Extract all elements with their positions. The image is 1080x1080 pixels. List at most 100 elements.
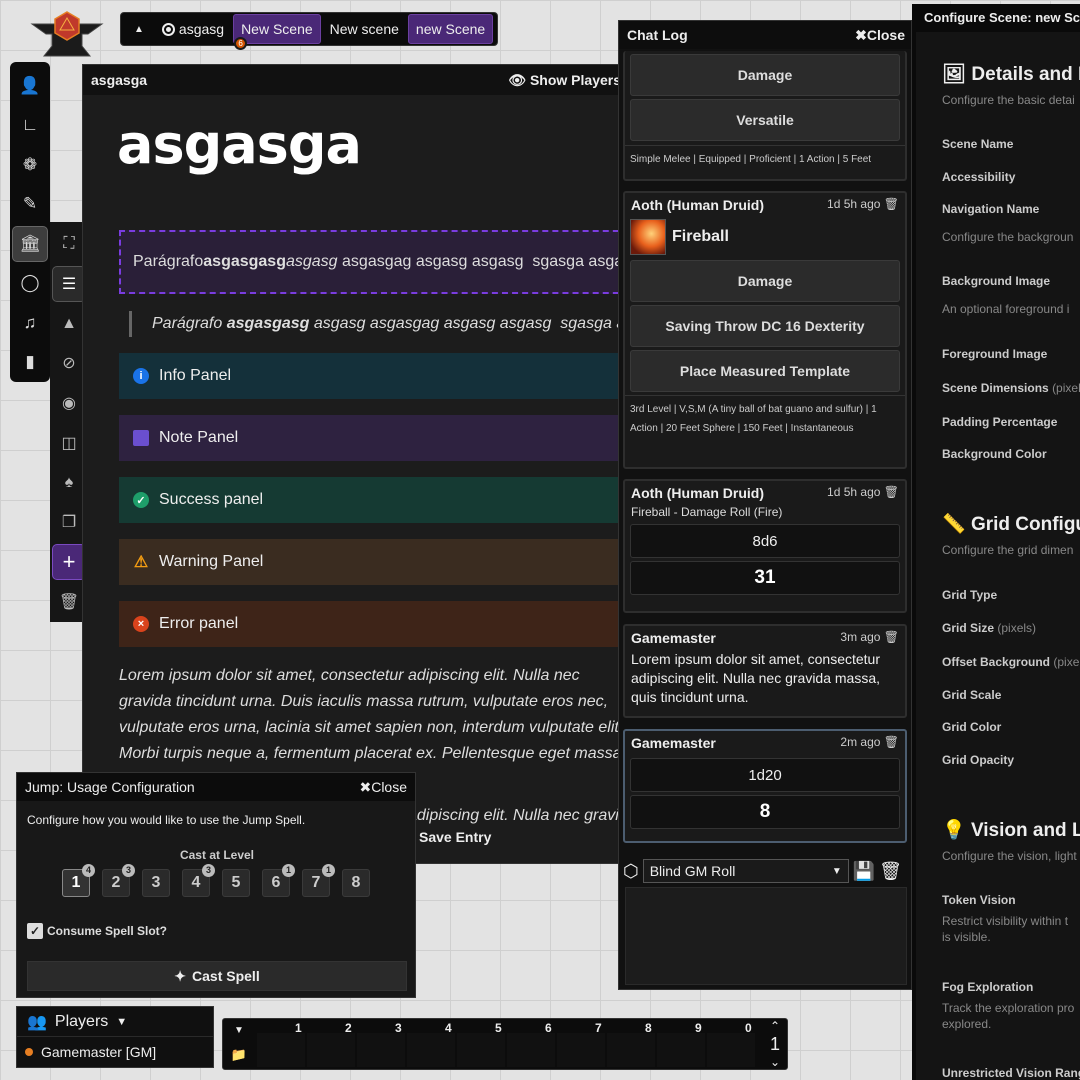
hotbar-slot-box[interactable] [507, 1033, 555, 1067]
save-entry-button[interactable]: Save Entry [419, 829, 491, 845]
expand-button[interactable]: ⛶ [52, 226, 86, 262]
hotbar-slot-box[interactable] [407, 1033, 455, 1067]
terrain-button[interactable]: ▲ [52, 306, 86, 342]
show-players-button[interactable]: 👁 Show Players [508, 72, 621, 89]
players-list: 👥 Players ▼ Gamemaster [GM] [16, 1006, 214, 1068]
spell-level-option[interactable]: 61 [262, 864, 295, 897]
roll-mode-select[interactable]: Blind GM Roll ▼ [642, 859, 849, 883]
ruler-icon: ∟ [21, 115, 39, 135]
chevron-down-icon[interactable]: ▼ [234, 1025, 244, 1036]
success-panel: ✓ Success panel [119, 477, 629, 523]
hotbar-slot-box[interactable] [357, 1033, 405, 1067]
trash-icon[interactable]: 🗑 [884, 630, 899, 644]
spell-level-option[interactable]: 43 [182, 864, 215, 897]
clone-icon: ❐ [61, 514, 77, 532]
fog-label: Fog Exploration [942, 980, 1034, 994]
wall-controls-button[interactable]: 🏛 [12, 226, 48, 262]
tile-controls-button[interactable]: ❁ [12, 147, 48, 183]
slot-count: 1 [322, 864, 335, 877]
door-button[interactable]: ◫ [52, 425, 86, 461]
spell-level-option[interactable]: 23 [102, 864, 135, 897]
chat-message: Damage Versatile Simple Melee | Equipped… [623, 51, 907, 181]
chevron-down-icon[interactable]: ⌄ [770, 1055, 780, 1069]
trash-icon[interactable]: 🗑 [879, 861, 902, 882]
chat-close-button[interactable]: ✖Close [855, 27, 905, 44]
hotbar-slot-box[interactable] [457, 1033, 505, 1067]
hotbar-slot-box[interactable] [257, 1033, 305, 1067]
notes-controls-button[interactable]: ▮ [12, 345, 48, 381]
token-controls-button[interactable]: 👤 [12, 68, 48, 104]
bookmark-icon: ▮ [25, 352, 35, 372]
magic-wand-icon: ✦ [174, 967, 187, 984]
spell-level-option[interactable]: 5 [222, 869, 250, 897]
scene-controls: 👤 ∟ ❁ ✎ 🏛 ◯ ♫ ▮ [10, 62, 50, 382]
scene-nav-toggle[interactable]: ▲ [125, 14, 153, 44]
dialog-close-button[interactable]: ✖Close [359, 779, 407, 796]
measure-controls-button[interactable]: ∟ [12, 108, 48, 144]
level-number: 6 [271, 874, 281, 891]
folder-icon[interactable]: 📁 [231, 1047, 247, 1063]
hotbar-slot-box[interactable] [707, 1033, 755, 1067]
clear-button[interactable]: 🗑 [52, 584, 86, 620]
trash-icon[interactable]: 🗑 [884, 735, 899, 749]
hotbar-controls: ▼ 📁 [223, 1019, 255, 1069]
scene-tab[interactable]: New scene [322, 14, 406, 44]
secret-door-button[interactable]: ♠ [52, 465, 86, 501]
dice-formula[interactable]: 8d6 [630, 524, 900, 558]
scene-tab-active[interactable]: asgasg [154, 14, 232, 44]
hotbar-slot-box[interactable] [657, 1033, 705, 1067]
error-icon: × [133, 616, 149, 632]
label-unit: (pixels) [997, 621, 1037, 635]
invisible-button[interactable]: ⊘ [52, 345, 86, 381]
spell-level-option[interactable]: 71 [302, 864, 335, 897]
spell-level-option[interactable]: 8 [342, 869, 370, 897]
save-icon[interactable]: 💾 [853, 861, 875, 882]
chevron-up-icon[interactable]: ⌃ [770, 1019, 780, 1033]
player-item[interactable]: Gamemaster [GM] [17, 1037, 213, 1067]
chat-message-input[interactable] [625, 887, 907, 985]
d20-icon[interactable]: ⬡ [623, 861, 639, 882]
item-tags: Simple Melee | Equipped | Proficient | 1… [625, 145, 905, 173]
dice-total[interactable]: 31 [630, 561, 900, 595]
dice-formula[interactable]: 1d20 [630, 758, 900, 792]
item-card-header: Fireball [625, 217, 905, 257]
lighting-controls-button[interactable]: ◯ [12, 266, 48, 302]
field-desc: is visible. [942, 930, 991, 944]
saving-throw-button[interactable]: Saving Throw DC 16 Dexterity [630, 305, 900, 347]
add-button[interactable]: + [52, 544, 86, 581]
place-template-button[interactable]: Place Measured Template [630, 350, 900, 392]
versatile-button[interactable]: Versatile [630, 99, 900, 141]
hotbar-slot-box[interactable] [557, 1033, 605, 1067]
scene-tab[interactable]: New Scene 6 [233, 14, 321, 50]
dice-total[interactable]: 8 [630, 795, 900, 829]
message-author: Gamemaster [631, 630, 716, 646]
journal-paragraph-selected[interactable]: Parágrafo asgasgasg asgasg asgasgag asga… [119, 230, 629, 294]
damage-button[interactable]: Damage [630, 54, 900, 96]
consume-slot-checkbox[interactable]: ✓ [27, 923, 43, 939]
close-icon: ✖ [855, 26, 867, 43]
hotbar-slot-box[interactable] [307, 1033, 355, 1067]
players-header[interactable]: 👥 Players ▼ [17, 1007, 213, 1037]
message-header: Aoth (Human Druid) 1d 5h ago 🗑 [625, 481, 905, 505]
dialog-title: Jump: Usage Configuration [25, 779, 195, 795]
ethereal-button[interactable]: ◉ [52, 385, 86, 421]
drawing-controls-button[interactable]: ✎ [12, 187, 48, 223]
hotbar-slot-box[interactable] [607, 1033, 655, 1067]
trash-icon[interactable]: 🗑 [884, 197, 899, 211]
scene-config-window: Configure Scene: new Scene 🖼 Details and… [912, 4, 1080, 1080]
ruler-icon: 📏 [942, 514, 971, 535]
message-header: Gamemaster 3m ago 🗑 [625, 626, 905, 650]
level-number: 2 [111, 874, 121, 891]
damage-button[interactable]: Damage [630, 260, 900, 302]
eye-slash-icon: ⊘ [62, 355, 76, 373]
cast-spell-button[interactable]: ✦ Cast Spell [27, 961, 407, 991]
spell-level-option[interactable]: 3 [142, 869, 170, 897]
scene-tab[interactable]: new Scene [407, 14, 494, 44]
spell-level-option[interactable]: 14 [62, 864, 95, 897]
trash-icon[interactable]: 🗑 [884, 485, 899, 499]
list-button[interactable]: ☰ [52, 265, 86, 302]
clone-button[interactable]: ❐ [52, 505, 86, 541]
scene-tab-label: New Scene [241, 21, 313, 37]
sound-controls-button[interactable]: ♫ [12, 305, 48, 341]
app-logo[interactable] [28, 10, 106, 62]
